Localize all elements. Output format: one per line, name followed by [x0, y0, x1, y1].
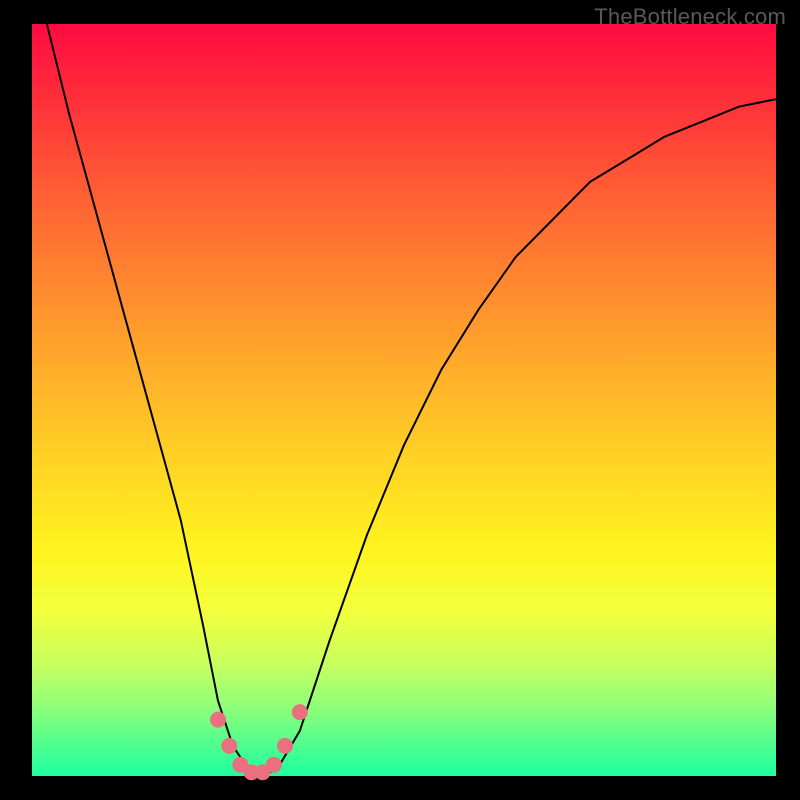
plot-area	[32, 24, 776, 776]
watermark-text: TheBottleneck.com	[594, 4, 786, 30]
chart-stage: TheBottleneck.com	[0, 0, 800, 800]
